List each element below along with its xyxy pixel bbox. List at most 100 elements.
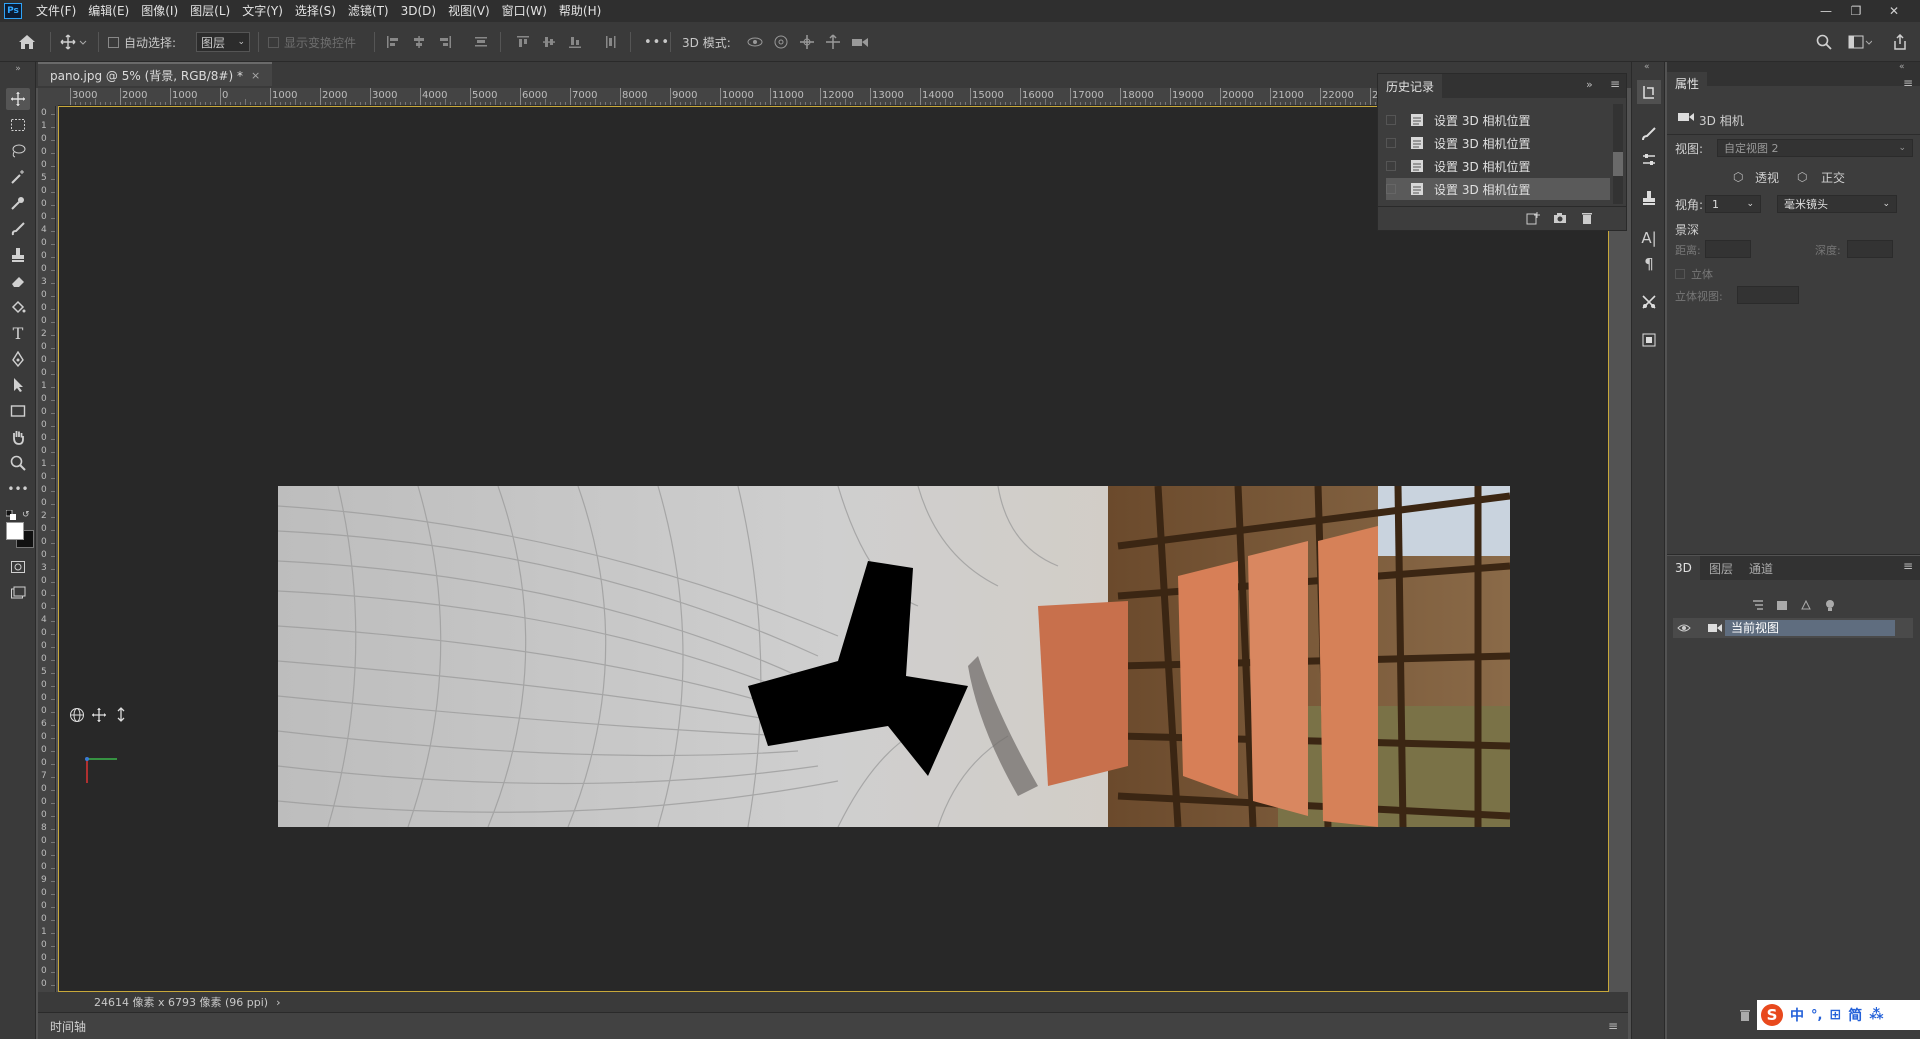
pan-view-icon[interactable] bbox=[91, 707, 107, 723]
eyedropper-tool-icon[interactable] bbox=[6, 192, 30, 214]
tool-presets-icon[interactable] bbox=[1637, 290, 1661, 314]
sogou-ime-logo[interactable]: S bbox=[1761, 1004, 1783, 1026]
swap-colors-icon[interactable]: ↺ bbox=[22, 510, 32, 520]
scale-3d-icon[interactable] bbox=[850, 22, 870, 62]
history-panel-icon[interactable] bbox=[1637, 80, 1661, 104]
perspective-option[interactable]: 透视 bbox=[1755, 169, 1779, 186]
type-tool-icon[interactable]: T bbox=[6, 322, 30, 344]
history-item[interactable]: 设置 3D 相机位置 bbox=[1386, 132, 1610, 154]
history-tab[interactable]: 历史记录 bbox=[1378, 74, 1443, 98]
filter-materials-icon[interactable] bbox=[1799, 598, 1813, 612]
status-menu-arrow[interactable]: › bbox=[276, 996, 280, 1009]
history-item-selected[interactable]: 设置 3D 相机位置 bbox=[1386, 178, 1610, 200]
timeline-tab[interactable]: 时间轴 bbox=[50, 1018, 86, 1035]
history-item[interactable]: 设置 3D 相机位置 bbox=[1386, 109, 1610, 131]
clone-source-icon[interactable] bbox=[1637, 186, 1661, 210]
ime-simplified[interactable]: 简 bbox=[1848, 1005, 1862, 1025]
menu-filter[interactable]: 滤镜(T) bbox=[342, 0, 395, 22]
path-selection-tool-icon[interactable] bbox=[6, 374, 30, 396]
visibility-eye-icon[interactable] bbox=[1677, 622, 1691, 634]
dolly-view-icon[interactable] bbox=[113, 707, 129, 723]
tab-layers[interactable]: 图层 bbox=[1701, 556, 1741, 580]
rectangle-tool-icon[interactable] bbox=[6, 400, 30, 422]
brushes-panel-icon[interactable] bbox=[1637, 122, 1661, 146]
magic-wand-tool-icon[interactable] bbox=[6, 166, 30, 188]
paragraph-panel-icon[interactable]: ¶ bbox=[1637, 252, 1661, 276]
menu-image[interactable]: 图像(I) bbox=[135, 0, 184, 22]
timeline-menu-icon[interactable]: ≡ bbox=[1608, 1019, 1618, 1033]
view-dropdown[interactable]: 自定视图 2 ⌄ bbox=[1717, 139, 1913, 157]
properties-tab[interactable]: 属性 bbox=[1667, 72, 1708, 94]
share-icon[interactable] bbox=[1892, 22, 1908, 62]
align-bottom-icon[interactable] bbox=[568, 22, 582, 62]
marquee-tool-icon[interactable] bbox=[6, 114, 30, 136]
menu-help[interactable]: 帮助(H) bbox=[553, 0, 607, 22]
document-canvas[interactable] bbox=[58, 106, 1609, 992]
depth-input[interactable] bbox=[1847, 240, 1893, 258]
hand-tool-icon[interactable] bbox=[6, 426, 30, 448]
menu-select[interactable]: 选择(S) bbox=[289, 0, 342, 22]
panorama-image[interactable] bbox=[278, 486, 1510, 827]
menu-file[interactable]: 文件(F) bbox=[30, 0, 82, 22]
properties-menu-icon[interactable]: ≡ bbox=[1903, 76, 1913, 90]
history-menu-icon[interactable]: ≡ bbox=[1610, 77, 1620, 91]
brush-tool-icon[interactable] bbox=[6, 218, 30, 240]
show-transform-checkbox[interactable]: 显示变换控件 bbox=[268, 22, 356, 62]
slide-3d-icon[interactable] bbox=[824, 22, 842, 62]
distribute-icon[interactable] bbox=[474, 22, 488, 62]
menu-edit[interactable]: 编辑(E) bbox=[82, 0, 135, 22]
angle-input[interactable]: 1 ⌄ bbox=[1705, 195, 1761, 213]
ime-chinese-mode[interactable]: 中 bbox=[1790, 1005, 1804, 1025]
snapshot-camera-icon[interactable] bbox=[1553, 211, 1567, 225]
align-center-h-icon[interactable] bbox=[412, 22, 426, 62]
libraries-panel-icon[interactable] bbox=[1637, 328, 1661, 352]
close-tab-icon[interactable]: × bbox=[251, 69, 260, 82]
delete-3d-icon[interactable] bbox=[1739, 1008, 1751, 1022]
edit-toolbar-icon[interactable]: ••• bbox=[6, 478, 30, 500]
close-window-button[interactable]: ✕ bbox=[1872, 0, 1916, 22]
zoom-tool-icon[interactable] bbox=[6, 452, 30, 474]
auto-select-dropdown[interactable]: 图层 ⌄ bbox=[196, 22, 250, 62]
3d-axis-widget[interactable] bbox=[83, 749, 123, 789]
history-item[interactable]: 设置 3D 相机位置 bbox=[1386, 155, 1610, 177]
pan-3d-icon[interactable] bbox=[798, 22, 816, 62]
character-panel-icon[interactable]: A| bbox=[1637, 226, 1661, 250]
distribute-v-icon[interactable] bbox=[604, 22, 618, 62]
search-icon[interactable] bbox=[1816, 22, 1832, 62]
new-document-from-state-icon[interactable] bbox=[1526, 211, 1540, 225]
expand-dock-icon[interactable]: « bbox=[1644, 62, 1650, 72]
paint-bucket-tool-icon[interactable] bbox=[6, 296, 30, 318]
default-colors-icon[interactable] bbox=[6, 510, 16, 520]
collapse-toolbar-icon[interactable]: » bbox=[6, 64, 30, 74]
distance-input[interactable] bbox=[1705, 240, 1751, 258]
align-top-icon[interactable] bbox=[516, 22, 530, 62]
tab-channels[interactable]: 通道 bbox=[1741, 556, 1781, 580]
restore-button[interactable]: ❐ bbox=[1842, 0, 1870, 22]
orbit-view-icon[interactable] bbox=[69, 707, 85, 723]
align-right-icon[interactable] bbox=[438, 22, 452, 62]
stereo-checkbox[interactable] bbox=[1675, 269, 1685, 279]
move-tool-icon[interactable] bbox=[6, 88, 30, 110]
filter-lights-icon[interactable] bbox=[1823, 598, 1837, 612]
vertical-ruler[interactable]: 0 1 0 0 0 5 0 0 0 4 0 0 0 3 0 0 0 2 0 0 0 1 0 0 0 0 0 1 0 0 0 2 0 0 0 3 0 0 0 4… bbox=[38, 106, 56, 992]
menu-layer[interactable]: 图层(L) bbox=[184, 0, 236, 22]
align-middle-v-icon[interactable] bbox=[542, 22, 556, 62]
document-tab[interactable]: pano.jpg @ 5% (背景, RGB/8#) * × bbox=[38, 62, 273, 86]
collapse-panel-icon[interactable]: » bbox=[1586, 78, 1593, 91]
horizontal-ruler[interactable]: 3000 2000 1000 0 1000 2000 3000 4000 5000 6000 700… bbox=[58, 88, 1380, 106]
home-icon[interactable] bbox=[18, 22, 36, 62]
clone-stamp-tool-icon[interactable] bbox=[6, 244, 30, 266]
roll-3d-icon[interactable] bbox=[772, 22, 790, 62]
orthographic-option[interactable]: 正交 bbox=[1821, 169, 1845, 186]
filter-meshes-icon[interactable] bbox=[1775, 598, 1789, 612]
menu-type[interactable]: 文字(Y) bbox=[236, 0, 289, 22]
lasso-tool-icon[interactable] bbox=[6, 140, 30, 162]
auto-select-checkbox[interactable]: 自动选择: bbox=[108, 22, 176, 62]
quick-mask-icon[interactable] bbox=[6, 556, 30, 578]
delete-state-icon[interactable] bbox=[1580, 211, 1594, 225]
expand-panel-icon[interactable]: « bbox=[1899, 62, 1905, 72]
menu-3d[interactable]: 3D(D) bbox=[395, 0, 442, 22]
3d-panel-menu-icon[interactable]: ≡ bbox=[1903, 559, 1913, 573]
minimize-button[interactable]: — bbox=[1812, 0, 1840, 22]
tab-3d[interactable]: 3D bbox=[1667, 556, 1700, 580]
